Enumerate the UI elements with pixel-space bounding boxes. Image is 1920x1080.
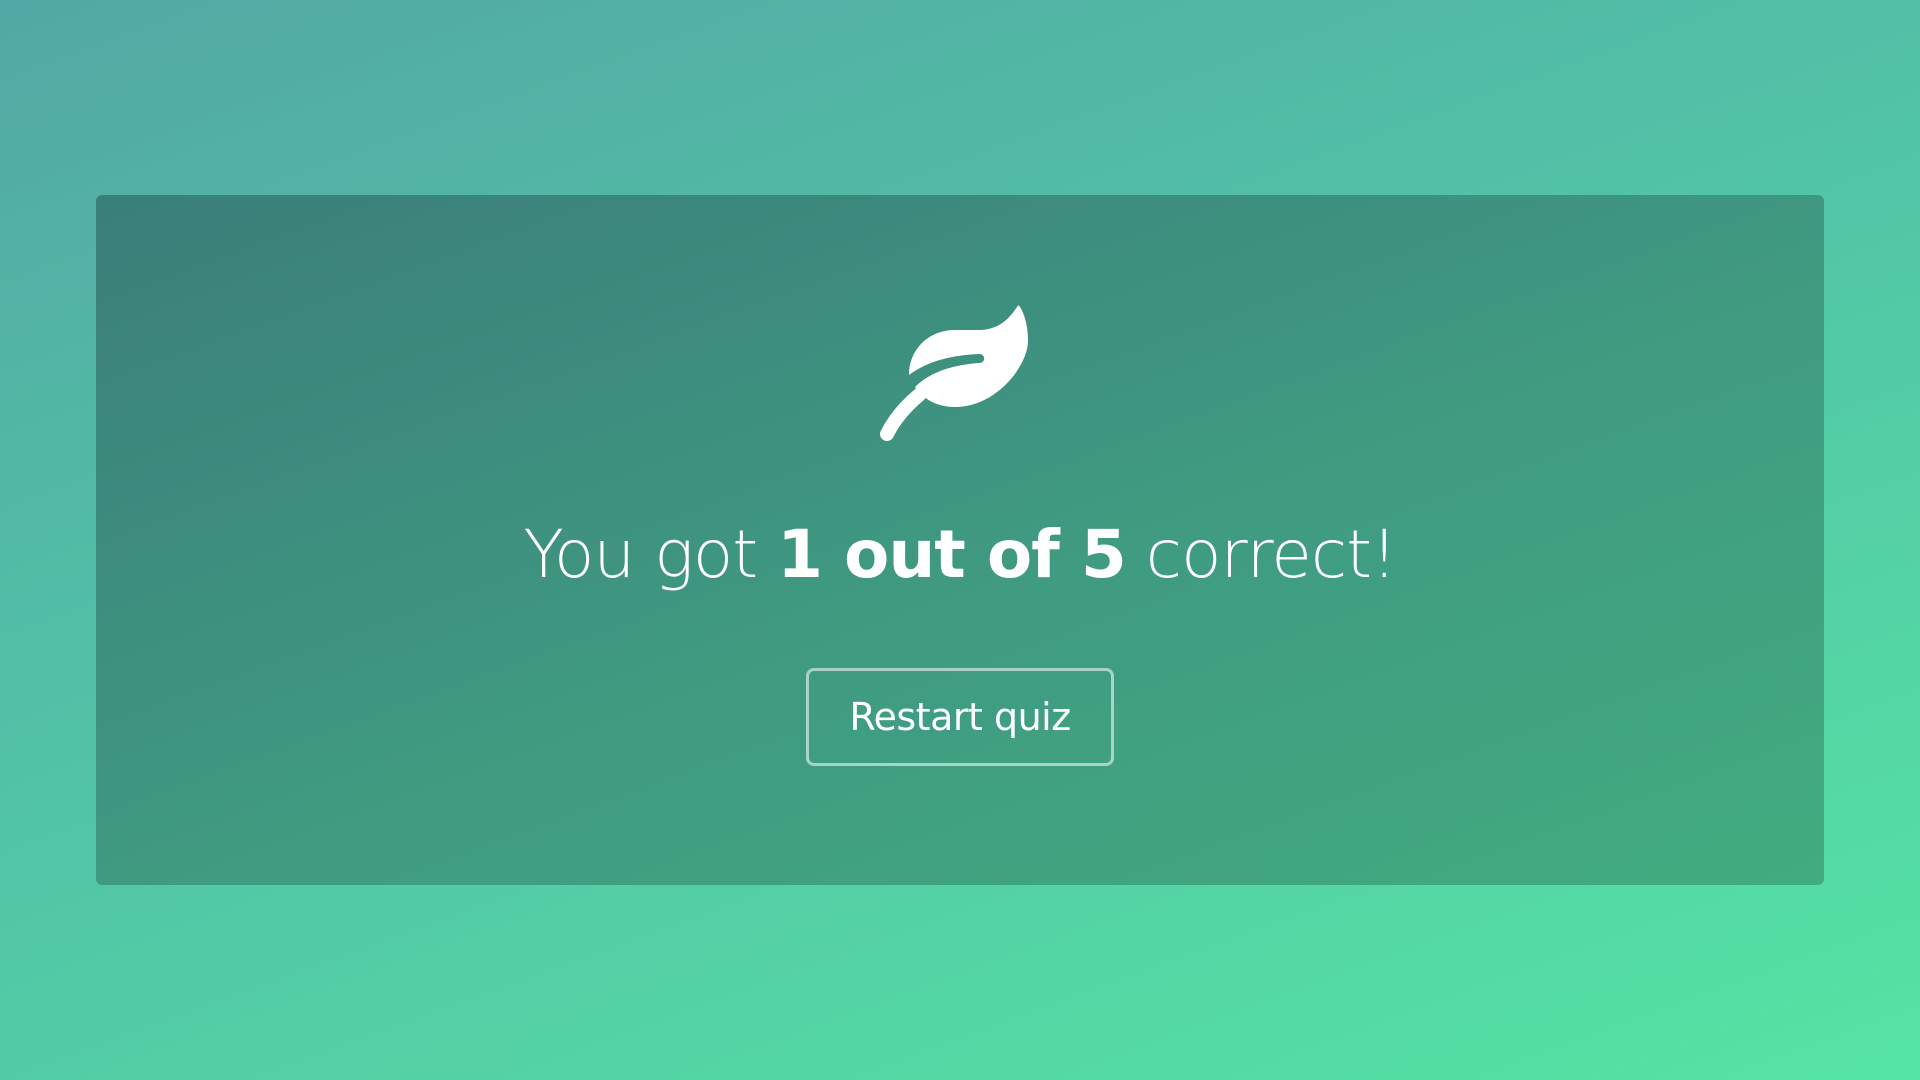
score-suffix: correct! xyxy=(1125,516,1398,593)
score-prefix: You got xyxy=(523,516,778,593)
quiz-results-page: { "results": { "icon": "leaf-icon", "sco… xyxy=(0,0,1920,1080)
score-value: 1 out of 5 xyxy=(777,516,1127,593)
leaf-icon xyxy=(877,303,1042,448)
restart-quiz-button[interactable]: Restart quiz xyxy=(806,668,1114,766)
score-message: You got 1 out of 5 correct! xyxy=(96,513,1824,597)
